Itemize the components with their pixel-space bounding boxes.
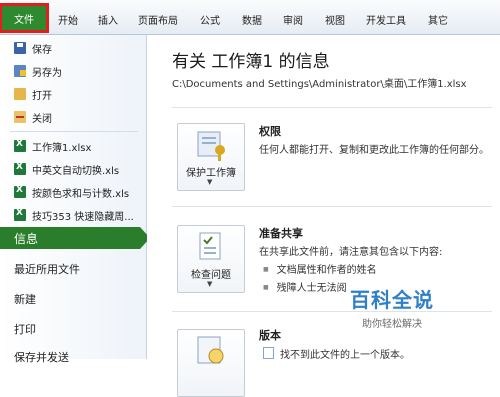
open-folder-icon [14, 88, 26, 100]
close-label: 关闭 [32, 113, 52, 125]
save-command[interactable]: 保存 [14, 39, 52, 57]
save-as-command[interactable]: 另存为 [14, 62, 62, 80]
document-icon [263, 347, 274, 359]
ribbon-tab-strip: 文件 开始 插入 页面布局 公式 数据 审阅 视图 开发工具 其它 [0, 0, 500, 35]
save-as-label: 另存为 [32, 67, 62, 79]
prepare-bullet: 残障人士无法阅 [263, 279, 347, 294]
nav-save-and-send[interactable]: 保存并发送 [14, 349, 69, 365]
check-issues-button[interactable]: 检查问题 ▼ [177, 225, 245, 293]
chevron-down-icon: ▼ [207, 178, 213, 186]
nav-new[interactable]: 新建 [14, 291, 36, 307]
recent-file-item[interactable]: 技巧353 快速隐藏周... [14, 206, 134, 224]
recent-file-name: 中英文自动切换.xls [32, 165, 120, 177]
nav-recent[interactable]: 最近所用文件 [14, 261, 80, 277]
tab-formulas[interactable]: 公式 [200, 12, 220, 27]
lock-key-icon [197, 131, 225, 161]
close-file-icon [14, 111, 26, 123]
file-path: C:\Documents and Settings\Administrator\… [172, 79, 467, 90]
recent-file-item[interactable]: 按颜色求和与计数.xls [14, 183, 129, 201]
protect-workbook-label: 保护工作簿 [186, 168, 236, 179]
save-label: 保存 [32, 44, 52, 56]
prepare-bullet: 文档属性和作者的姓名 [263, 261, 377, 276]
tab-other[interactable]: 其它 [428, 12, 448, 27]
tab-file[interactable]: 文件 [0, 3, 49, 33]
permissions-text: 任何人都能打开、复制和更改此工作簿的任何部分。 [259, 145, 489, 156]
excel-file-icon [14, 162, 26, 175]
section-divider [172, 206, 492, 207]
permissions-heading: 权限 [259, 125, 281, 138]
tab-insert[interactable]: 插入 [98, 12, 118, 27]
manage-versions-button[interactable] [177, 329, 245, 397]
versions-heading: 版本 [259, 329, 281, 342]
close-command[interactable]: 关闭 [14, 108, 52, 126]
excel-file-icon [14, 208, 26, 221]
recent-file-name: 技巧353 快速隐藏周... [32, 211, 134, 223]
prepare-sharing-text: 在共享此文件前，请注意其包含以下内容: [259, 247, 443, 258]
nav-info[interactable]: 信息 [0, 227, 150, 249]
tab-developer[interactable]: 开发工具 [366, 12, 406, 27]
document-check-icon [199, 232, 221, 260]
check-issues-label: 检查问题 [191, 270, 231, 281]
tab-review[interactable]: 审阅 [283, 12, 303, 27]
tab-view[interactable]: 视图 [325, 12, 345, 27]
prepare-sharing-heading: 准备共享 [259, 227, 303, 240]
open-command[interactable]: 打开 [14, 85, 52, 103]
menu-divider [10, 131, 138, 132]
versions-icon [197, 336, 224, 364]
section-divider [172, 311, 492, 312]
nav-print[interactable]: 打印 [14, 321, 36, 337]
versions-text-label: 找不到此文件的上一个版本。 [280, 350, 410, 361]
open-label: 打开 [32, 90, 52, 102]
tab-page-layout[interactable]: 页面布局 [138, 12, 178, 27]
tab-home[interactable]: 开始 [58, 12, 78, 27]
recent-file-name: 按颜色求和与计数.xls [32, 188, 130, 200]
protect-workbook-button[interactable]: 保护工作簿 ▼ [177, 123, 245, 191]
recent-file-item[interactable]: 工作簿1.xlsx [14, 137, 91, 155]
watermark-title: 百科全说 [350, 288, 434, 312]
save-icon [14, 42, 26, 54]
watermark-subtitle: 助你轻松解决 [362, 319, 422, 330]
recent-file-item[interactable]: 中英文自动切换.xls [14, 160, 119, 178]
section-divider [172, 107, 492, 108]
chevron-down-icon: ▼ [207, 280, 213, 288]
watermark: 百科全说 助你轻松解决 [350, 284, 434, 330]
save-as-icon [14, 65, 26, 77]
info-panel: 有关 工作簿1 的信息 C:\Documents and Settings\Ad… [147, 35, 500, 397]
recent-file-name: 工作簿1.xlsx [32, 142, 92, 154]
backstage-menu: 保存 另存为 打开 关闭 工作簿1.xlsx 中英文自动切换.xls 按颜色求和… [0, 35, 150, 364]
tab-data[interactable]: 数据 [242, 12, 262, 27]
excel-file-icon [14, 185, 26, 198]
page-title: 有关 工作簿1 的信息 [172, 52, 330, 72]
excel-file-icon [14, 139, 26, 152]
